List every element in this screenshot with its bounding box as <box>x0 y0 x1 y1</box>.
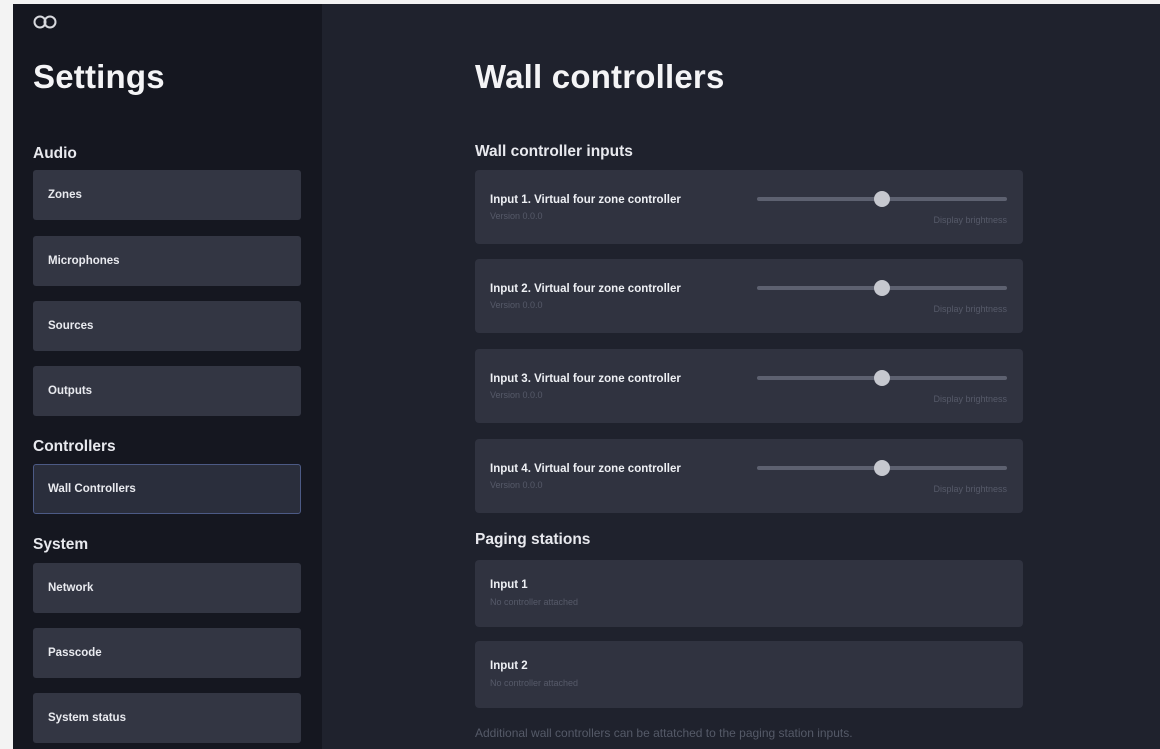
slider-thumb[interactable] <box>874 460 890 476</box>
wall-controller-card: Input 2. Virtual four zone controller Ve… <box>475 259 1023 333</box>
slider-thumb[interactable] <box>874 370 890 386</box>
wall-controller-card: Input 3. Virtual four zone controller Ve… <box>475 349 1023 423</box>
sidebar-item-network[interactable]: Network <box>33 563 301 613</box>
paging-footnote: Additional wall controllers can be attat… <box>475 726 853 740</box>
controller-name: Input 4. Virtual four zone controller <box>490 463 681 475</box>
controller-name: Input 2. Virtual four zone controller <box>490 283 681 295</box>
sidebar: Settings Audio Zones Microphones Sources… <box>13 4 322 749</box>
page-title: Wall controllers <box>475 58 725 95</box>
app-window: Settings Audio Zones Microphones Sources… <box>13 4 1160 749</box>
section-label-controllers: Controllers <box>33 438 116 455</box>
slider-label: Display brightness <box>933 215 1007 225</box>
controller-version: Version 0.0.0 <box>490 211 543 221</box>
logo-icon <box>33 15 57 29</box>
sidebar-item-microphones[interactable]: Microphones <box>33 236 301 286</box>
sidebar-item-zones[interactable]: Zones <box>33 170 301 220</box>
brightness-slider[interactable] <box>757 191 1007 207</box>
section-label-system: System <box>33 536 89 553</box>
wall-controller-card: Input 1. Virtual four zone controller Ve… <box>475 170 1023 244</box>
brightness-slider[interactable] <box>757 460 1007 476</box>
paging-station-name: Input 1 <box>490 579 528 591</box>
paging-stations-heading: Paging stations <box>475 531 591 548</box>
slider-thumb[interactable] <box>874 191 890 207</box>
controller-name: Input 3. Virtual four zone controller <box>490 373 681 385</box>
sidebar-item-passcode[interactable]: Passcode <box>33 628 301 678</box>
slider-label: Display brightness <box>933 484 1007 494</box>
controller-version: Version 0.0.0 <box>490 390 543 400</box>
sidebar-item-system-status[interactable]: System status <box>33 693 301 743</box>
controller-version: Version 0.0.0 <box>490 300 543 310</box>
paging-station-status: No controller attached <box>490 678 579 688</box>
paging-station-name: Input 2 <box>490 660 528 672</box>
wall-controller-card: Input 4. Virtual four zone controller Ve… <box>475 439 1023 513</box>
sidebar-item-outputs[interactable]: Outputs <box>33 366 301 416</box>
paging-station-status: No controller attached <box>490 597 579 607</box>
slider-label: Display brightness <box>933 304 1007 314</box>
paging-station-card: Input 1 No controller attached <box>475 560 1023 627</box>
sidebar-title: Settings <box>33 58 165 95</box>
sidebar-item-sources[interactable]: Sources <box>33 301 301 351</box>
brightness-slider[interactable] <box>757 370 1007 386</box>
controller-version: Version 0.0.0 <box>490 480 543 490</box>
sidebar-item-wall-controllers[interactable]: Wall Controllers <box>33 464 301 514</box>
brightness-slider[interactable] <box>757 280 1007 296</box>
slider-thumb[interactable] <box>874 280 890 296</box>
slider-label: Display brightness <box>933 394 1007 404</box>
paging-station-card: Input 2 No controller attached <box>475 641 1023 708</box>
wall-controller-inputs-heading: Wall controller inputs <box>475 143 633 160</box>
controller-name: Input 1. Virtual four zone controller <box>490 194 681 206</box>
section-label-audio: Audio <box>33 145 77 162</box>
